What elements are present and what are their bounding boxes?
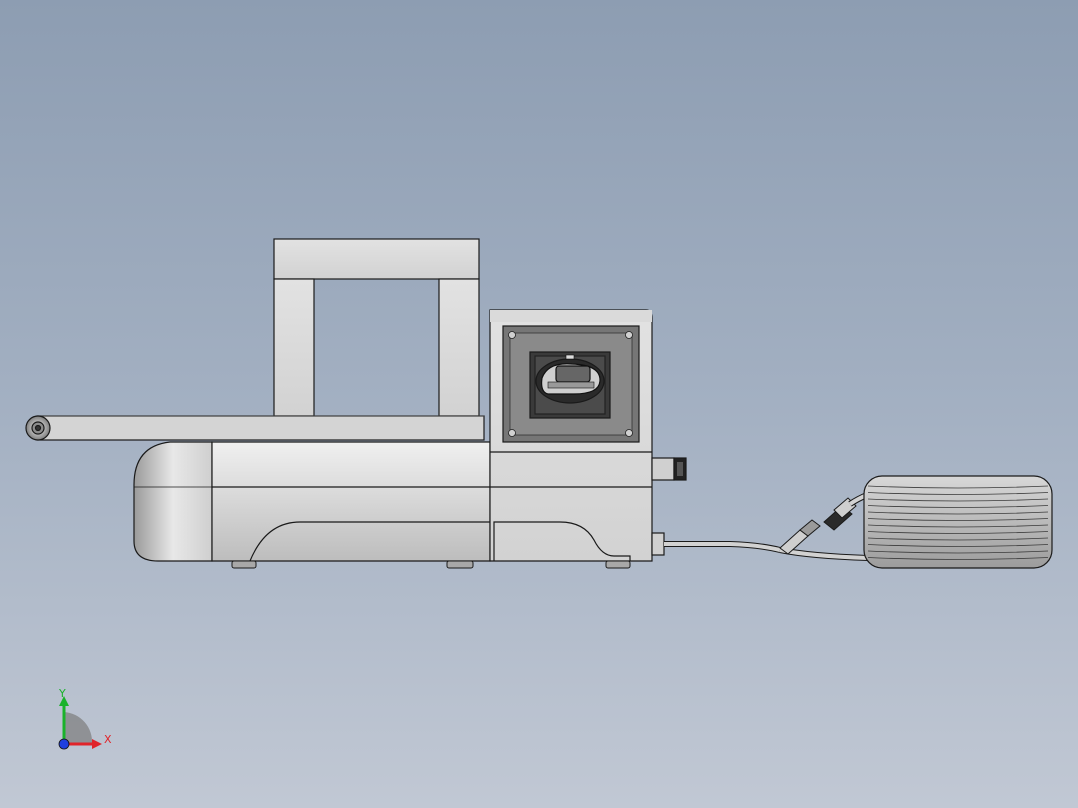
cable-coil-icon[interactable] (863, 475, 1053, 569)
rotary-switch-icon[interactable] (529, 351, 611, 419)
switch-panel[interactable] (502, 325, 640, 443)
yoke-frame[interactable] (273, 238, 480, 417)
model-view[interactable] (0, 0, 1078, 808)
graphics-viewport[interactable]: Y X (0, 0, 1078, 808)
cable-plug-icon (779, 497, 857, 555)
triad-y-label: Y (59, 687, 66, 700)
z-axis-icon (58, 738, 70, 750)
main-housing[interactable] (133, 441, 491, 562)
swing-arm[interactable] (25, 415, 485, 441)
axis-triad-icon (58, 696, 102, 750)
feet (231, 560, 631, 569)
triad-x-label: X (104, 733, 112, 746)
